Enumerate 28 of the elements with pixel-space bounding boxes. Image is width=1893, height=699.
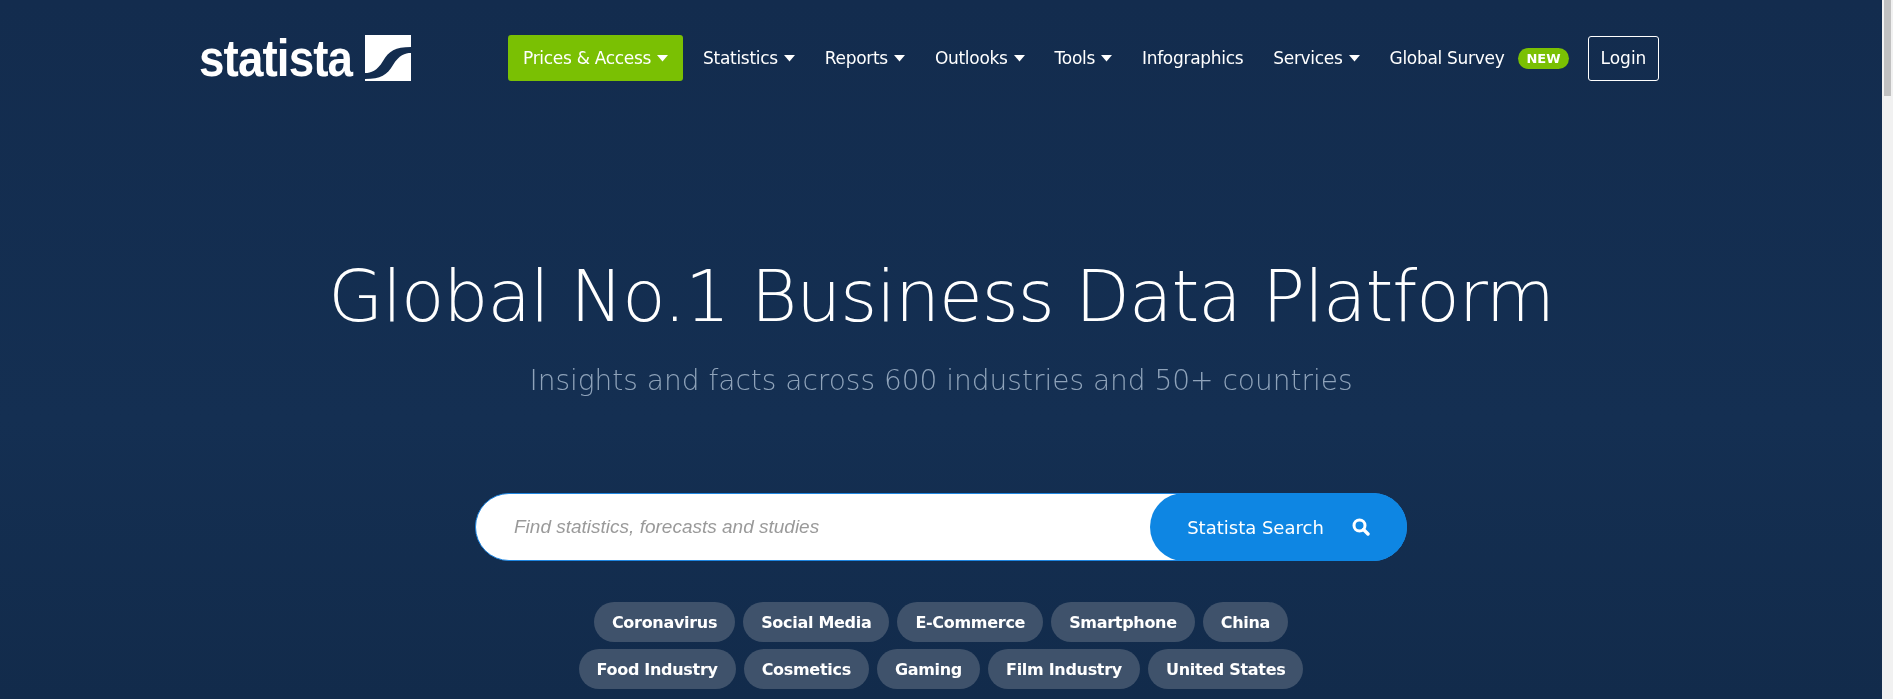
search-button[interactable]: Statista Search xyxy=(1150,493,1407,561)
logo-icon xyxy=(365,35,412,81)
nav-menu-item[interactable]: Global Survey xyxy=(1377,35,1517,81)
nav-menu-item[interactable]: Statistics xyxy=(691,35,807,81)
search-icon xyxy=(1351,518,1370,536)
scrollbar-thumb[interactable] xyxy=(1884,0,1891,96)
hero-title: Global No.1 Business Data Platform xyxy=(328,254,1554,340)
search-field[interactable]: Find statistics, forecasts and studies Statista Search xyxy=(475,493,1407,561)
topic-chip[interactable]: Gaming xyxy=(876,649,980,689)
topic-chip[interactable]: Social Media xyxy=(743,602,890,642)
nav-menu-item[interactable]: Infographics xyxy=(1130,35,1256,81)
nav-menu-item[interactable]: Tools xyxy=(1042,35,1124,81)
logo-wordmark[interactable]: statista xyxy=(199,35,353,81)
new-badge: NEW xyxy=(1518,47,1569,69)
nav-menu-item[interactable]: Outlooks xyxy=(922,35,1037,81)
topic-chip[interactable]: Smartphone xyxy=(1051,602,1195,642)
topic-chip[interactable]: Food Industry xyxy=(578,649,736,689)
topic-chip[interactable]: United States xyxy=(1147,649,1304,689)
topic-chip[interactable]: Coronavirus xyxy=(593,602,736,642)
login-button[interactable]: Login xyxy=(1587,35,1660,81)
topic-chip[interactable]: China xyxy=(1202,602,1289,642)
topic-chip[interactable]: Film Industry xyxy=(988,649,1140,689)
hero-subtitle: Insights and facts across 600 industries and 50+ countries xyxy=(529,364,1353,397)
topic-chip[interactable]: Cosmetics xyxy=(743,649,869,689)
nav-menu-item[interactable]: Reports xyxy=(812,35,917,81)
topic-chip[interactable]: E-Commerce xyxy=(897,602,1044,642)
scrollbar[interactable] xyxy=(1882,0,1893,699)
nav-menu-item[interactable]: Services xyxy=(1261,35,1372,81)
